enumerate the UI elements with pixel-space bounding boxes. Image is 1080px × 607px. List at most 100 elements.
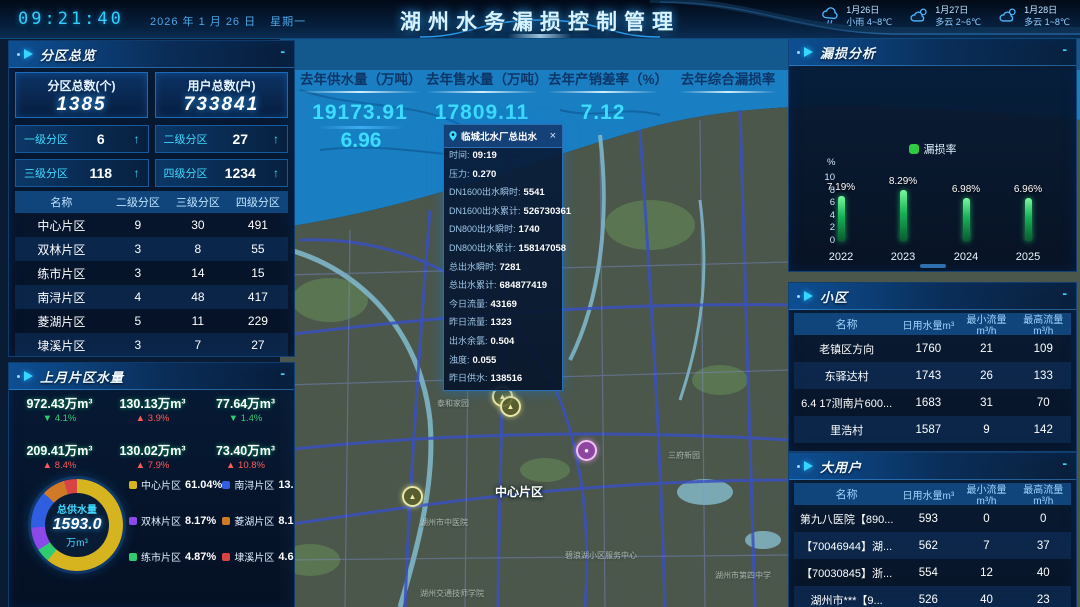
table-row[interactable]: 中心片区930491 xyxy=(15,213,288,237)
table-row[interactable]: 南浔片区448417 xyxy=(15,285,288,309)
table-row[interactable]: 菱湖片区511229 xyxy=(15,309,288,333)
up-arrow-icon: ↑ xyxy=(273,132,279,146)
dot-icon xyxy=(797,465,800,468)
table-row[interactable]: 练市片区31415 xyxy=(15,261,288,285)
weather-strip: 1月26日 小雨 4~8℃ 1月27日 多云 2~6℃ xyxy=(821,4,1070,28)
level-box-1[interactable]: 一级分区 6 ↑ xyxy=(15,125,149,153)
table-row[interactable]: 第九八医院【890...59300 xyxy=(794,505,1071,532)
bar-2024[interactable]: 6.98% xyxy=(936,184,996,241)
popup-title: 临城北水厂总出水 xyxy=(461,129,548,143)
x-tick: 2024 xyxy=(936,251,996,263)
minimize-button[interactable]: - xyxy=(280,43,285,59)
table-row[interactable]: 湖州市***【9...5264023 xyxy=(794,586,1071,607)
legend-dot xyxy=(129,481,137,489)
popup-row: DN800出水瞬时:1740 xyxy=(444,222,562,241)
table-row[interactable]: (测) 人瑞路南林...151831107 xyxy=(794,443,1071,452)
map-place-label: 湖州交通技师学院 xyxy=(420,588,484,599)
volume-value: 972.43万m³ xyxy=(13,393,106,412)
kpi-label: 去年产销差率（%） xyxy=(548,68,658,88)
weather-temp: 1~8℃ xyxy=(1045,17,1070,27)
volume-delta: 10.8% xyxy=(238,460,265,471)
date: 2026 年 1 月 26 日 星期一 xyxy=(150,13,306,29)
panel-communities: 小区 - 名称 日用水量m³ 最小流量m³/h 最高流量m³/h 老镇区方向17… xyxy=(788,282,1077,452)
page-title: 湖州水务漏损控制管理 xyxy=(400,6,680,36)
panel-title: 小区 xyxy=(820,287,848,306)
minimize-button[interactable]: - xyxy=(1062,285,1067,301)
weekday-text: 星期一 xyxy=(270,16,306,28)
col-header: 三级分区 xyxy=(168,194,228,210)
panel-title: 分区总览 xyxy=(40,45,96,64)
monitor-point-marker[interactable]: ● xyxy=(576,440,597,461)
close-icon[interactable]: × xyxy=(548,130,558,142)
panel-zone-overview: 分区总览 - 分区总数(个) 1385 用户总数(户) 733841 一级分区 … xyxy=(8,40,295,357)
arrow-right-icon xyxy=(24,49,33,59)
volume-delta: 7.9% xyxy=(148,460,170,471)
volume-value: 130.13万m³ xyxy=(106,393,199,412)
volume-delta: 4.1% xyxy=(55,413,77,424)
table-row[interactable]: 【70030845】浙...5541240 xyxy=(794,559,1071,586)
weather-day-3: 1月28日 多云 1~8℃ xyxy=(999,4,1070,28)
down-triangle-icon: ▼ xyxy=(43,413,52,424)
table-row[interactable]: 里浩村15879142 xyxy=(794,416,1071,443)
legend-dot xyxy=(129,517,137,525)
map-place-label: 三府新园 xyxy=(668,450,700,461)
weather-day-1: 1月26日 小雨 4~8℃ xyxy=(821,4,892,28)
minimize-button[interactable]: - xyxy=(280,365,285,381)
up-triangle-icon: ▲ xyxy=(226,460,235,471)
level-value: 1234 xyxy=(225,165,256,181)
kpi-label: 去年综合漏损率 xyxy=(680,68,776,88)
supply-donut-chart[interactable]: 总供水量 1593.0 万m³ xyxy=(31,479,123,571)
minimize-button[interactable]: - xyxy=(1062,455,1067,471)
water-plant-marker[interactable]: ▲ xyxy=(500,396,521,417)
water-plant-popup: 临城北水厂总出水 × 时间:09:19 压力:0.270 DN1600出水瞬时:… xyxy=(443,124,563,391)
kpi-leakage-rate: 去年综合漏损率 xyxy=(680,68,776,101)
table-row[interactable]: 老镇区方向176021109 xyxy=(794,335,1071,362)
minimize-button[interactable]: - xyxy=(1062,41,1067,57)
zone-level-grid: 一级分区 6 ↑ 二级分区 27 ↑ 三级分区 118 ↑ 四级分区 1234 … xyxy=(15,125,288,187)
scrollbar-handle[interactable] xyxy=(920,264,946,268)
weather-cond: 小雨 xyxy=(846,17,864,27)
volume-item: 130.02万m³ ▲ 7.9% xyxy=(106,440,199,471)
legend-item: 双林片区 8.17% xyxy=(129,513,222,528)
dot-icon xyxy=(17,53,20,56)
popup-row: 总出水累计:684877419 xyxy=(444,278,562,297)
weather-day-2: 1月27日 多云 2~6℃ xyxy=(910,4,981,28)
table-row[interactable]: 【70046944】湖...562737 xyxy=(794,532,1071,559)
bar-2022[interactable]: 7.19% xyxy=(811,182,871,241)
table-row[interactable]: 双林片区3855 xyxy=(15,237,288,261)
panel-header: 上月片区水量 - xyxy=(9,363,294,390)
stat-total-users: 用户总数(户) 733841 xyxy=(155,72,288,118)
level-box-3[interactable]: 三级分区 118 ↑ xyxy=(15,159,149,187)
popup-row: 时间:09:19 xyxy=(444,148,562,167)
popup-header[interactable]: 临城北水厂总出水 × xyxy=(444,125,562,148)
communities-table: 名称 日用水量m³ 最小流量m³/h 最高流量m³/h 老镇区方向1760211… xyxy=(794,313,1071,452)
popup-row: DN1600出水累计:526730361 xyxy=(444,204,562,223)
x-tick: 2022 xyxy=(811,251,871,263)
donut-center-label: 总供水量 xyxy=(57,501,97,516)
volume-item: 209.41万m³ ▲ 8.4% xyxy=(13,440,106,471)
water-plant-marker[interactable]: ▲ xyxy=(402,486,423,507)
date-text: 2026 年 1 月 26 日 xyxy=(150,16,256,28)
donut-legend: 中心片区 61.04% 南浔片区 13.15% 双林片区 8.17% 菱湖片区 … xyxy=(129,477,292,564)
dot-icon xyxy=(17,375,20,378)
bar-2023[interactable]: 8.29% xyxy=(873,176,933,241)
level-box-2[interactable]: 二级分区 27 ↑ xyxy=(155,125,289,153)
popup-row: 出水余氯:0.504 xyxy=(444,334,562,353)
legend-item: 南浔片区 13.15% xyxy=(222,477,295,492)
weather-cond: 多云 xyxy=(935,17,953,27)
map-place-label: 泰和家园 xyxy=(437,398,469,409)
kpi-value: 17809.11 xyxy=(426,101,538,125)
volume-delta: 1.4% xyxy=(241,413,263,424)
clock: 09:21:40 xyxy=(18,9,124,29)
table-row[interactable]: 6.4 17测南片600...16833170 xyxy=(794,389,1071,416)
app-header: 09:21:40 2026 年 1 月 26 日 星期一 湖州水务漏损控制管理 … xyxy=(0,0,1080,39)
col-header: 二级分区 xyxy=(108,194,168,210)
table-row[interactable]: 埭溪片区3727 xyxy=(15,333,288,357)
up-triangle-icon: ▲ xyxy=(136,460,145,471)
bar-2025[interactable]: 6.96% xyxy=(998,184,1058,241)
kpi-last-year-supply: 去年供水量（万吨） 19173.91 xyxy=(300,68,420,125)
table-row[interactable]: 东驿达村174326133 xyxy=(794,362,1071,389)
popup-row: DN1600出水瞬时:5541 xyxy=(444,185,562,204)
legend-item: 中心片区 61.04% xyxy=(129,477,222,492)
level-box-4[interactable]: 四级分区 1234 ↑ xyxy=(155,159,289,187)
